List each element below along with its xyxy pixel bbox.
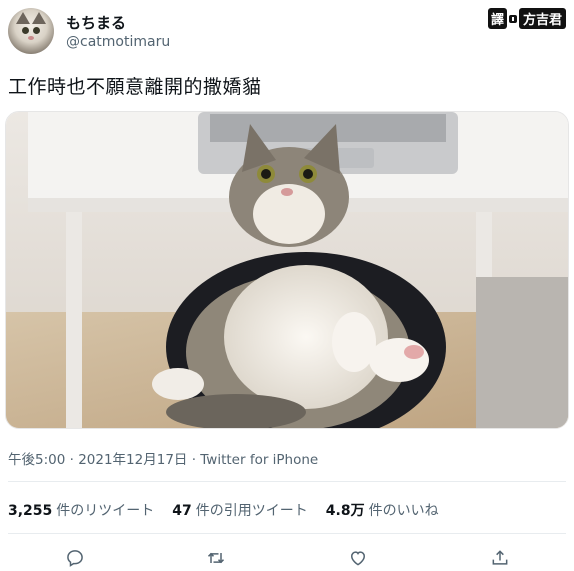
quotes-count: 47	[172, 503, 192, 519]
likes-label: 件のいいね	[368, 503, 439, 519]
divider	[8, 533, 566, 534]
watermark-name: 方吉君	[518, 8, 566, 29]
avatar[interactable]	[8, 8, 54, 54]
likes-stat[interactable]: 4.8万 件のいいね	[326, 500, 439, 520]
watermark-dot-icon	[508, 14, 517, 23]
retweet-button[interactable]	[203, 545, 229, 571]
share-button[interactable]	[487, 545, 513, 571]
divider	[8, 481, 566, 482]
likes-count: 4.8万	[325, 503, 365, 519]
share-icon	[492, 550, 508, 565]
tweet-actions	[8, 545, 566, 571]
translator-watermark: 譯 方吉君	[487, 8, 566, 29]
retweets-stat[interactable]: 3,255 件のリツイート	[8, 500, 154, 520]
reply-button[interactable]	[62, 545, 88, 571]
quotes-stat[interactable]: 47 件の引用ツイート	[172, 500, 307, 520]
author-display-name[interactable]: もちまる	[66, 12, 126, 33]
tweet-text: 工作時也不願意離開的撒嬌貓	[8, 76, 262, 98]
quotes-label: 件の引用ツイート	[195, 503, 308, 519]
author-handle[interactable]: @catmotimaru	[66, 34, 170, 50]
cat-photo-image	[6, 112, 568, 428]
tweet-header: もちまる @catmotimaru 譯 方吉君	[8, 6, 566, 56]
heart-icon	[350, 551, 366, 566]
like-button[interactable]	[345, 545, 371, 571]
retweets-label: 件のリツイート	[56, 503, 155, 519]
retweets-count: 3,255	[8, 503, 53, 519]
reply-icon	[67, 550, 83, 567]
tweet-photo[interactable]	[5, 111, 569, 429]
tweet-timestamp[interactable]: 午後5:00 · 2021年12月17日 · Twitter for iPhon…	[8, 448, 318, 468]
tweet-stats: 3,255 件のリツイート 47 件の引用ツイート 4.8万 件のいいね	[8, 500, 439, 520]
watermark-char: 譯	[487, 8, 507, 29]
retweet-icon	[207, 552, 225, 564]
